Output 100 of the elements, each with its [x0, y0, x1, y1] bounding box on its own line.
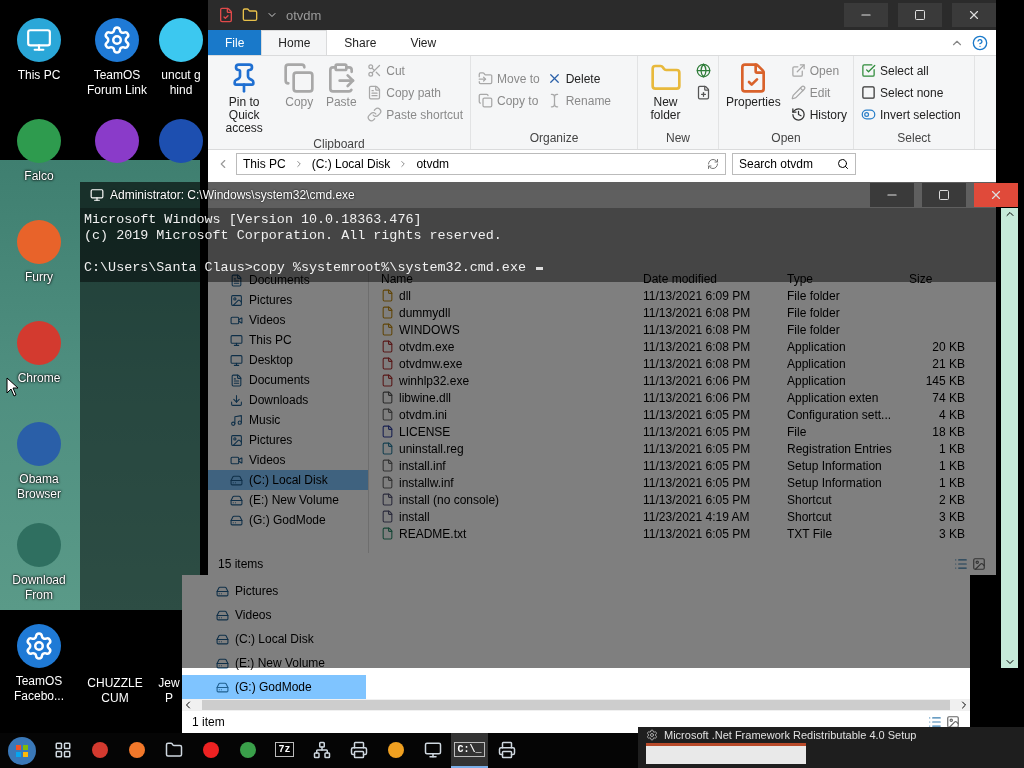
nav-item[interactable]: (C:) Local Disk [182, 627, 366, 651]
monitor-icon [230, 353, 243, 367]
document-check-icon[interactable] [218, 7, 234, 23]
desktop-icon-label[interactable]: This PC [2, 68, 76, 83]
file-name[interactable]: LICENSE [381, 424, 643, 439]
file-icon [381, 459, 394, 472]
desktop-icon-label[interactable]: Chrome [2, 371, 76, 386]
breadcrumb[interactable]: otvdm [416, 157, 450, 171]
date-cell-text: 11/13/2021 6:05 PM [643, 492, 752, 507]
nav-item[interactable]: Desktop [208, 350, 368, 370]
file-icon [381, 391, 394, 404]
file-name[interactable]: WINDOWS [381, 322, 643, 337]
nav-item[interactable]: (E:) New Volume [182, 651, 366, 675]
folder-arrow-icon [478, 71, 493, 86]
file-name[interactable]: dummydll [381, 305, 643, 320]
taskbar-button[interactable]: C:\_ [451, 733, 488, 768]
desktop-app-icon[interactable] [159, 18, 203, 62]
maximize-button[interactable] [898, 3, 942, 27]
file-name[interactable]: install.inf [381, 458, 643, 473]
address-bar[interactable]: This PC (C:) Local Disk otvdm [236, 153, 726, 175]
desktop-icon-label[interactable]: Download From [2, 573, 76, 603]
console-command: C:\Users\Santa Claus>copy %systemroot%\system32.cmd.exe [84, 260, 526, 275]
size-cell-text: 3 KB [938, 509, 965, 524]
scrollbar[interactable] [1001, 208, 1018, 668]
group-label: Open [770, 131, 802, 147]
desktop-icon-label[interactable]: Jew P [156, 676, 182, 706]
search-field[interactable]: Search otvdm [732, 153, 856, 175]
history-icon [790, 107, 806, 122]
nav-item[interactable]: (G:) GodMode [182, 675, 366, 699]
ribbon-button[interactable]: New folder [642, 60, 689, 131]
nav-item[interactable]: (G:) GodMode [208, 510, 368, 530]
file-icon [381, 493, 394, 506]
size-cell-text: 20 KB [931, 339, 965, 354]
ribbon-button[interactable]: Delete [543, 68, 615, 89]
drive-icon [216, 680, 229, 694]
file-name[interactable]: otvdm.ini [381, 407, 643, 422]
file-name[interactable]: winhlp32.exe [381, 373, 643, 388]
desktop-icon-label[interactable]: TeamOS Forum Link [80, 68, 154, 98]
desktop-icon-label[interactable]: Falco [2, 169, 76, 184]
desktop-icon-label[interactable]: Furry [2, 270, 76, 285]
type-cell-text: Application [787, 373, 847, 388]
desktop-icon-label[interactable]: CHUZZLE CUM [78, 676, 152, 706]
desktop-icon-label[interactable]: TeamOS Facebo... [2, 674, 76, 704]
size-cell-text: 1 KB [938, 441, 965, 456]
thumbnail-view-icon[interactable] [972, 557, 986, 571]
maximize-button[interactable] [922, 183, 966, 207]
nav-item[interactable]: Videos [208, 310, 368, 330]
breadcrumb[interactable]: (C:) Local Disk [311, 157, 391, 171]
nav-item[interactable]: Pictures [182, 579, 366, 603]
taskbar-button[interactable]: 7z [266, 733, 303, 768]
nav-item[interactable]: Pictures [208, 430, 368, 450]
ribbon-button[interactable]: Select none [858, 82, 964, 103]
ribbon-button[interactable]: Pin to Quick access [212, 60, 277, 137]
desktop-app-icon[interactable] [17, 18, 61, 62]
folder-icon[interactable] [242, 7, 258, 23]
printer-icon [349, 740, 368, 759]
type-cell-text: Setup Information [787, 458, 883, 473]
nav-item[interactable]: (E:) New Volume [208, 490, 368, 510]
nav-item[interactable]: Downloads [208, 390, 368, 410]
file-name[interactable]: README.txt [381, 526, 643, 541]
nav-item[interactable]: Documents [208, 370, 368, 390]
thumbnail-view-icon[interactable] [946, 715, 960, 729]
toggle-icon [861, 107, 876, 122]
desktop-app-icon[interactable] [17, 624, 61, 668]
window-preview[interactable]: Microsoft .Net Framework Redistributable 4.0 Setup [638, 727, 1024, 768]
close-button[interactable] [952, 3, 996, 27]
size-cell-text: 1 KB [938, 475, 965, 490]
nav-item[interactable]: Pictures [208, 290, 368, 310]
nav-item[interactable]: Videos [182, 603, 366, 627]
item-count: 15 items [218, 557, 264, 571]
desktop-icon-label[interactable]: uncut g hind [158, 68, 204, 98]
ribbon-button[interactable]: Invert selection [858, 104, 964, 125]
nav-item[interactable]: (C:) Local Disk [208, 470, 368, 490]
file-name[interactable]: dll [381, 288, 643, 303]
size-cell-text: 145 KB [924, 373, 965, 388]
ribbon-button[interactable]: Properties [723, 60, 784, 131]
desktop-app-icon[interactable] [95, 18, 139, 62]
date-cell-text: 11/13/2021 6:06 PM [643, 373, 752, 388]
document-icon [230, 373, 243, 387]
file-name[interactable]: install (no console) [381, 492, 643, 507]
scrollbar-thumb[interactable] [202, 700, 950, 710]
ribbon-button[interactable]: History [787, 104, 851, 125]
breadcrumb[interactable]: This PC [243, 157, 286, 171]
nav-item[interactable]: Music [208, 410, 368, 430]
file-name[interactable]: otvdm.exe [381, 339, 643, 354]
file-name[interactable]: installw.inf [381, 475, 643, 490]
ribbon-button[interactable]: Select all [858, 60, 964, 81]
nav-item[interactable]: Videos [208, 450, 368, 470]
file-name[interactable]: install [381, 509, 643, 524]
file-name[interactable]: libwine.dll [381, 390, 643, 405]
nav-item[interactable]: This PC [208, 330, 368, 350]
file-name[interactable]: uninstall.reg [381, 441, 643, 456]
file-name[interactable]: otvdmw.exe [381, 356, 643, 371]
ribbon-tab[interactable]: File [208, 30, 262, 55]
refresh-icon[interactable] [707, 158, 719, 170]
desktop-icon-label[interactable]: Obama Browser [2, 472, 76, 502]
file-icon [381, 306, 394, 319]
help-icon[interactable] [972, 34, 988, 51]
ribbon-tab[interactable]: Home [261, 30, 328, 55]
details-view-icon[interactable] [928, 715, 942, 729]
